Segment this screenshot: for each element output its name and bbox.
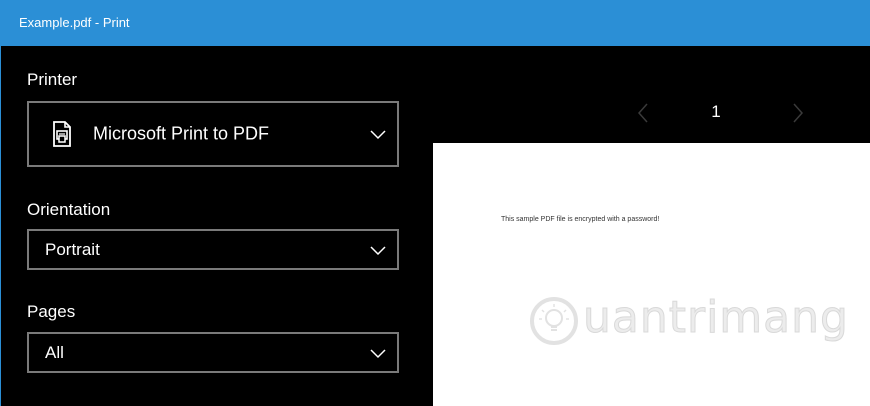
watermark-text: uantrimang xyxy=(583,292,849,344)
orientation-value: Portrait xyxy=(45,239,100,259)
pages-label: Pages xyxy=(27,302,76,321)
document-text: This sample PDF file is encrypted with a… xyxy=(501,216,660,223)
printer-select[interactable]: Microsoft Print to PDF xyxy=(27,101,399,167)
chevron-down-icon xyxy=(370,130,386,140)
chevron-down-icon xyxy=(370,348,386,358)
pages-value: All xyxy=(45,342,64,362)
printer-label: Printer xyxy=(27,70,78,89)
print-dialog: Example.pdf - Print Printer Microsoft Pr… xyxy=(0,0,870,406)
previous-page-button[interactable] xyxy=(636,102,650,124)
title-bar: Example.pdf - Print xyxy=(1,0,870,46)
watermark: uantrimang xyxy=(527,288,848,358)
page-number: 1 xyxy=(711,102,721,121)
preview-page: This sample PDF file is encrypted with a… xyxy=(433,143,870,406)
printer-icon xyxy=(53,121,71,147)
page-navigator: 1 xyxy=(616,98,826,128)
lightbulb-logo-icon xyxy=(530,297,578,345)
print-preview: 1 This sample PDF file is encrypted with… xyxy=(416,46,870,406)
pages-select[interactable]: All xyxy=(27,332,399,373)
orientation-label: Orientation xyxy=(27,200,111,219)
printer-value: Microsoft Print to PDF xyxy=(93,123,270,144)
settings-panel: Printer Microsoft Print to PDF Orientati… xyxy=(1,46,416,406)
orientation-select[interactable]: Portrait xyxy=(27,229,399,270)
next-page-button[interactable] xyxy=(791,102,805,124)
chevron-down-icon xyxy=(370,245,386,255)
window-title: Example.pdf - Print xyxy=(19,15,130,30)
